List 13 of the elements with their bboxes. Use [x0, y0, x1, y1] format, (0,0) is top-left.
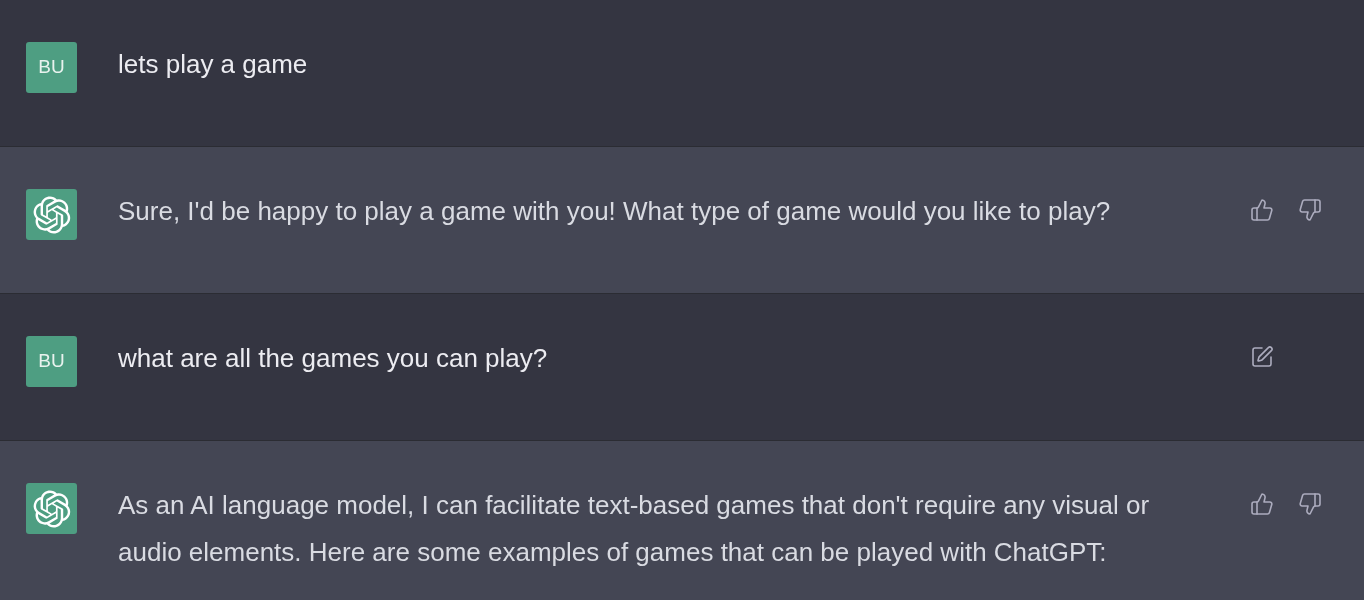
- thumbs-up-icon[interactable]: [1250, 198, 1274, 222]
- user-avatar: BU: [26, 42, 77, 93]
- assistant-logo-icon: [26, 189, 77, 240]
- message-text: Sure, I'd be happy to play a game with you! What type of game would you like to play?: [118, 195, 1112, 228]
- thumbs-down-icon[interactable]: [1298, 492, 1322, 516]
- message-text: As an AI language model, I can facilitate text-based games that don't require any visual or audio elements. Here are some examples of games that can be played with ChatGPT:: [118, 489, 1151, 569]
- message-text: what are all the games you can play?: [118, 342, 549, 375]
- message-text: lets play a game: [118, 48, 309, 81]
- user-avatar: BU: [26, 336, 77, 387]
- thumbs-up-icon[interactable]: [1250, 492, 1274, 516]
- assistant-logo-icon: [26, 483, 77, 534]
- edit-icon[interactable]: [1250, 345, 1274, 369]
- thumbs-down-icon[interactable]: [1298, 198, 1322, 222]
